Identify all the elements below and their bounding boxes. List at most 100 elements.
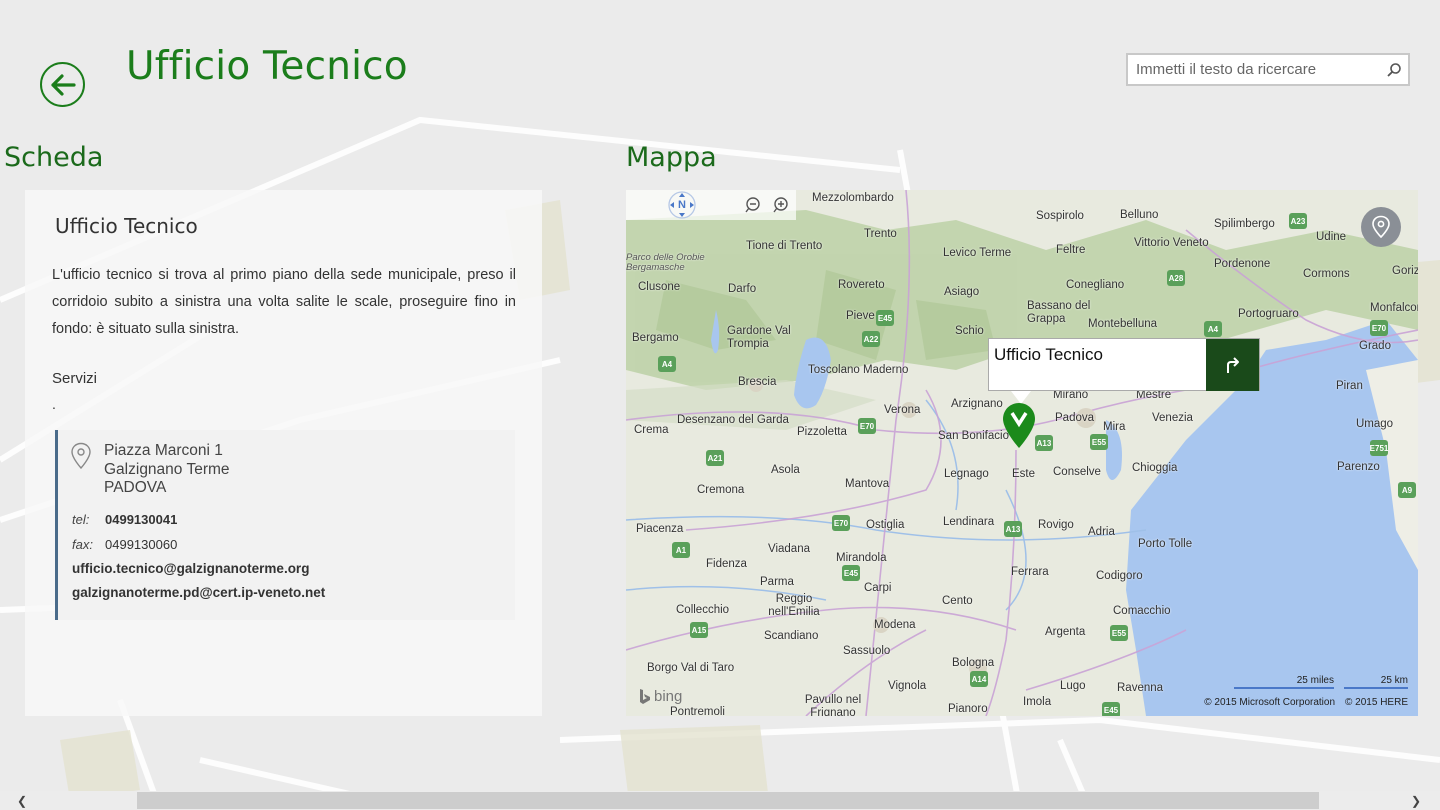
map-nav-bar: N <box>626 190 796 220</box>
map-place-label: Pordenone <box>1214 258 1271 270</box>
address: Piazza Marconi 1 Galzignano Terme PADOVA <box>104 442 230 498</box>
map-place-label: Ferrara <box>1011 566 1049 578</box>
road-sign: A22 <box>862 331 880 347</box>
road-sign: E45 <box>1102 702 1120 716</box>
map-view[interactable]: Mezzolombardo Sospirolo Belluno Spilimbe… <box>626 190 1418 716</box>
road-sign: A21 <box>706 450 724 466</box>
map-place-label: Vignola <box>888 680 927 692</box>
map-place-label: Reggio nell'Emilia <box>768 593 820 618</box>
map-terrain <box>626 190 1418 716</box>
map-place-label: Montebelluna <box>1088 318 1158 330</box>
map-place-label: Brescia <box>738 376 777 388</box>
map-place-label: Piran <box>1336 380 1363 392</box>
map-copyright: © 2015 Microsoft Corporation © 2015 HERE <box>1204 697 1408 708</box>
map-place-label: Cento <box>942 595 973 607</box>
map-place-label: Scandiano <box>764 630 819 642</box>
map-place-label: Parenzo <box>1337 461 1380 473</box>
map-place-label: Cremona <box>697 484 745 496</box>
address-line: Piazza Marconi 1 <box>104 442 223 459</box>
map-place-label: Schio <box>955 325 984 337</box>
map-place-label: Portogruaro <box>1238 308 1299 320</box>
map-place-label: Mezzolombardo <box>812 192 894 204</box>
zoom-out-button[interactable] <box>743 195 763 215</box>
road-sign: A13 <box>1004 521 1022 537</box>
scroll-left-icon[interactable]: ❮ <box>12 791 32 810</box>
scale-km: 25 km <box>1344 675 1408 689</box>
scale-miles: 25 miles <box>1234 675 1334 689</box>
map-place-label: Parma <box>760 576 794 588</box>
map-place-label: Desenzano del Garda <box>677 414 789 426</box>
scroll-right-icon[interactable]: ❯ <box>1406 791 1426 810</box>
locate-me-button[interactable] <box>1361 207 1401 247</box>
road-sign: E45 <box>876 310 894 326</box>
road-sign: A4 <box>1204 321 1222 337</box>
map-place-label: Clusone <box>638 281 681 293</box>
map-place-label: Sassuolo <box>843 645 891 657</box>
map-place-label: Pianoro <box>948 703 988 715</box>
map-place-label: Conegliano <box>1066 279 1125 291</box>
email-link[interactable]: ufficio.tecnico@galzignanoterme.org <box>72 561 309 576</box>
services-value: . <box>52 396 56 412</box>
compass-control[interactable]: N <box>658 190 706 220</box>
map-place-label: Lugo <box>1060 680 1086 692</box>
map-place-label: Piacenza <box>636 523 684 535</box>
map-place-label: Porto Tolle <box>1138 538 1193 550</box>
map-scale: 25 miles 25 km <box>1234 675 1408 689</box>
road-sign: E45 <box>842 565 860 581</box>
map-place-label: Comacchio <box>1113 605 1171 617</box>
section-header-mappa: Mappa <box>626 142 717 173</box>
bing-logo: bing <box>639 688 682 705</box>
tel-value[interactable]: 0499130041 <box>105 512 177 527</box>
map-infobox: Ufficio Tecnico <box>988 338 1260 404</box>
map-place-label: Este <box>1012 468 1036 480</box>
road-sign: A14 <box>970 671 988 687</box>
map-place-label: Cormons <box>1303 268 1350 280</box>
scrollbar-thumb[interactable] <box>137 792 1319 809</box>
map-place-label: Gardone Val Trompia <box>727 325 791 350</box>
turn-right-arrow-icon <box>1226 357 1239 373</box>
map-place-label: Fidenza <box>706 558 747 570</box>
bing-icon <box>640 688 650 704</box>
road-sign: A28 <box>1167 270 1185 286</box>
map-place-label: Collecchio <box>676 604 730 616</box>
road-sign: E70 <box>1370 320 1388 336</box>
address-line: PADOVA <box>104 479 167 496</box>
pec-email-link[interactable]: galzignanoterme.pd@cert.ip-veneto.net <box>72 585 325 600</box>
map-place-label: Chioggia <box>1132 462 1178 474</box>
map-place-label: Codigoro <box>1096 570 1143 582</box>
zoom-in-icon <box>773 197 788 213</box>
back-button[interactable] <box>40 62 85 107</box>
road-sign: E55 <box>1110 625 1128 641</box>
map-marker-icon[interactable] <box>1001 402 1037 450</box>
search-input[interactable] <box>1128 55 1380 84</box>
card-description: L'ufficio tecnico si trova al primo pian… <box>52 267 516 337</box>
road-sign: A4 <box>658 356 676 372</box>
copyright-microsoft: © 2015 Microsoft Corporation <box>1204 697 1336 708</box>
road-sign: A13 <box>1035 435 1053 451</box>
directions-button[interactable] <box>1206 339 1259 391</box>
zoom-in-button[interactable] <box>771 195 791 215</box>
map-place-label: Crema <box>634 424 669 436</box>
section-header-scheda: Scheda <box>4 142 104 173</box>
map-place-label: Imola <box>1023 696 1052 708</box>
tel-label: tel: <box>72 512 90 527</box>
contact-box: Piazza Marconi 1 Galzignano Terme PADOVA… <box>55 430 515 620</box>
map-place-label: Viadana <box>768 543 810 555</box>
map-place-label: Arzignano <box>951 398 1003 410</box>
road-sign: A15 <box>690 622 708 638</box>
map-place-label: Pontremoli <box>670 706 725 716</box>
search-box[interactable] <box>1126 53 1410 86</box>
fax-label: fax: <box>72 537 93 552</box>
map-place-label: Trento <box>864 228 897 240</box>
map-place-label: Carpi <box>864 582 892 594</box>
map-place-label: Parco delle Orobie Bergamasche <box>626 252 705 273</box>
map-place-label: Tione di Trento <box>746 240 823 252</box>
road-sign: E70 <box>858 418 876 434</box>
search-icon[interactable] <box>1380 56 1408 84</box>
map-place-label: Argenta <box>1045 626 1086 638</box>
copyright-here: © 2015 HERE <box>1345 697 1408 708</box>
horizontal-scrollbar[interactable]: ❮ ❯ <box>0 791 1440 810</box>
fax-value: 0499130060 <box>105 537 178 552</box>
map-place-label: Grado <box>1359 340 1391 352</box>
road-sign: E70 <box>832 515 850 531</box>
